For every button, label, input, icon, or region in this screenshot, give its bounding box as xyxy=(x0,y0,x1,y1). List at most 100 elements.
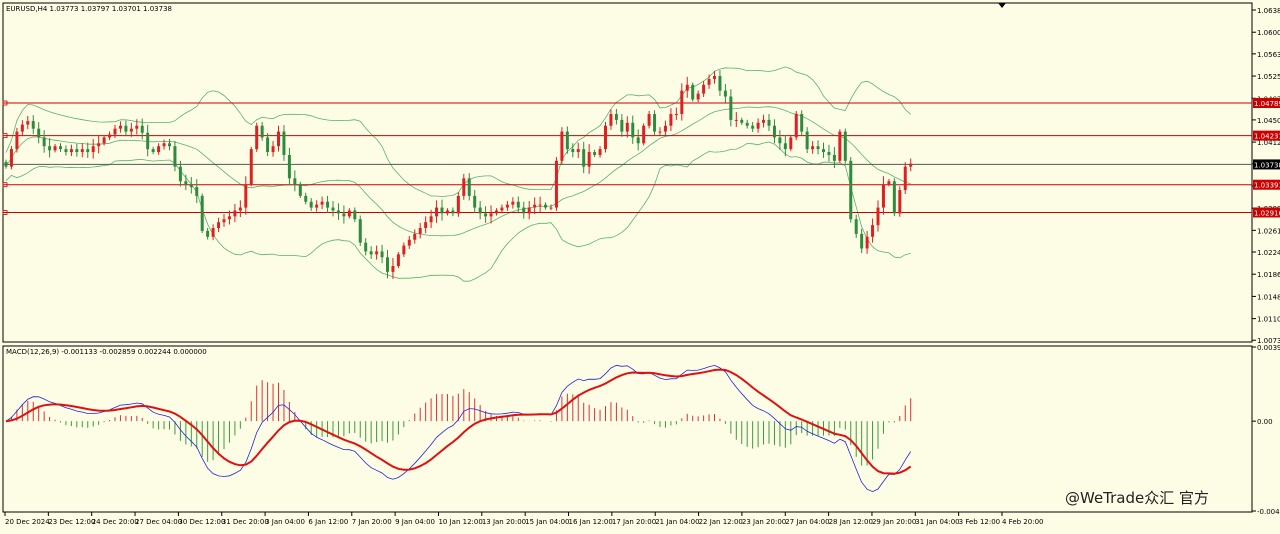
candle-body xyxy=(489,213,493,217)
candle-body xyxy=(222,219,226,223)
price-y-tick-label: 1.01860 xyxy=(1257,271,1280,279)
candle-body xyxy=(227,216,231,220)
candle-body xyxy=(565,131,569,150)
candle-body xyxy=(571,149,575,153)
chart-window: EURUSD,H4 1.03773 1.03797 1.03701 1.0373… xyxy=(0,0,1280,530)
price-y-tick-label: 1.06380 xyxy=(1257,7,1280,15)
candle-body xyxy=(756,122,760,129)
candle-body xyxy=(129,128,133,132)
candle-body xyxy=(500,207,504,211)
candle-body xyxy=(75,149,79,153)
candle-body xyxy=(527,207,531,214)
price-y-tick-label: 1.06000 xyxy=(1257,29,1280,37)
candle-body xyxy=(849,160,853,220)
candle-body xyxy=(549,207,553,209)
candle-body xyxy=(713,76,716,79)
chart-background xyxy=(0,0,1280,530)
candle-body xyxy=(789,137,793,150)
candle-body xyxy=(195,187,199,196)
candle-body xyxy=(462,178,466,196)
candle-body xyxy=(271,146,275,153)
time-tick-label: 10 Jan 12:00 xyxy=(438,518,482,526)
time-tick-label: 23 Jan 20:00 xyxy=(742,518,786,526)
price-y-tick-label: 1.05250 xyxy=(1257,73,1280,81)
candle-body xyxy=(740,119,744,123)
candle-body xyxy=(217,222,221,229)
candle-body xyxy=(674,114,678,116)
candle-body xyxy=(178,166,182,182)
candle-body xyxy=(827,152,831,155)
candle-body xyxy=(353,210,357,220)
current-price-label: 1.03738 xyxy=(1254,161,1280,169)
candle-body xyxy=(15,131,19,150)
price-chart-title: EURUSD,H4 1.03773 1.03797 1.03701 1.0373… xyxy=(6,5,172,13)
candle-body xyxy=(20,124,24,132)
candle-body xyxy=(402,245,406,255)
candle-body xyxy=(42,137,46,147)
candle-body xyxy=(342,213,346,217)
candle-body xyxy=(762,119,766,123)
candle-body xyxy=(473,195,477,208)
candle-body xyxy=(282,131,286,155)
candle-body xyxy=(31,121,35,129)
candle-body xyxy=(478,207,482,214)
candle-body xyxy=(903,166,907,191)
candle-body xyxy=(620,119,624,132)
candle-body xyxy=(124,125,128,132)
price-y-tick-label: 1.05630 xyxy=(1257,51,1280,59)
candle-body xyxy=(260,125,264,138)
macd-y-tick-label: 0.003945 xyxy=(1257,344,1280,352)
time-tick-label: 30 Dec 12:00 xyxy=(178,518,225,526)
candle-body xyxy=(865,236,869,249)
candle-body xyxy=(516,201,520,208)
candle-body xyxy=(794,114,798,138)
candle-body xyxy=(91,146,95,153)
candle-body xyxy=(315,204,319,208)
time-tick-label: 24 Dec 20:00 xyxy=(92,518,139,526)
candle-body xyxy=(783,143,787,150)
candle-body xyxy=(298,184,302,196)
candle-body xyxy=(593,152,597,155)
candle-body xyxy=(435,207,439,217)
time-tick-label: 29 Jan 20:00 xyxy=(872,518,916,526)
candle-body xyxy=(206,230,210,237)
candle-body xyxy=(653,114,657,132)
candle-body xyxy=(538,204,542,206)
candle-body xyxy=(822,149,825,153)
level-price-label: 1.04789 xyxy=(1254,100,1280,108)
candle-body xyxy=(364,242,368,252)
candle-body xyxy=(140,125,144,133)
candle-body xyxy=(702,84,706,94)
candle-body xyxy=(892,181,896,214)
candle-body xyxy=(533,204,537,208)
candle-body xyxy=(69,149,73,153)
candle-body xyxy=(48,146,52,151)
time-tick-label: 4 Feb 20:00 xyxy=(1002,518,1043,526)
candle-body xyxy=(391,266,395,272)
candle-body xyxy=(707,78,711,85)
candle-body xyxy=(680,90,684,115)
candle-body xyxy=(26,121,30,125)
candle-body xyxy=(800,114,804,132)
candle-body xyxy=(767,119,771,126)
candle-body xyxy=(277,131,280,147)
candle-body xyxy=(37,128,41,138)
candle-body xyxy=(451,210,455,214)
candle-body xyxy=(625,122,629,132)
candle-body xyxy=(59,146,62,150)
candle-body xyxy=(211,228,215,237)
candle-body xyxy=(631,122,635,138)
candle-body xyxy=(614,114,618,120)
candle-body xyxy=(604,125,607,150)
candle-body xyxy=(495,210,498,214)
candle-body xyxy=(881,184,885,208)
time-tick-label: 16 Jan 12:00 xyxy=(569,518,613,526)
candle-body xyxy=(336,210,340,214)
candle-body xyxy=(440,207,444,214)
time-tick-label: 23 Dec 12:00 xyxy=(48,518,95,526)
candle-body xyxy=(816,146,820,150)
candle-body xyxy=(424,222,428,229)
macd-y-tick-label: -0.004779 xyxy=(1257,508,1280,516)
candle-body xyxy=(505,204,509,208)
candle-body xyxy=(598,149,602,155)
